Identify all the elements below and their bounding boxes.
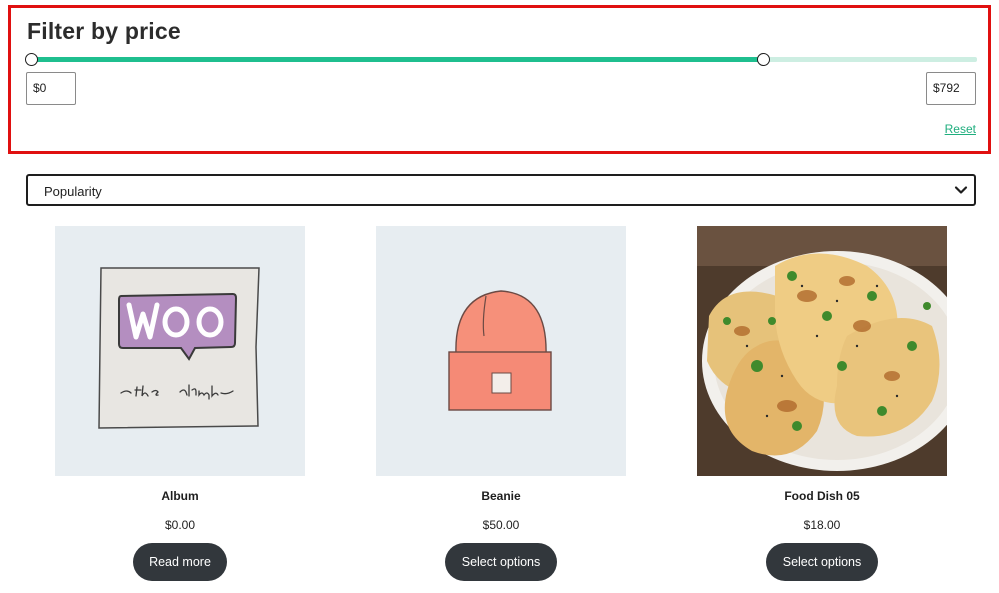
sort-selected-value: Popularity (44, 184, 102, 199)
naan-photo (697, 226, 947, 476)
select-options-button[interactable]: Select options (766, 543, 878, 581)
product-name[interactable]: Beanie (376, 489, 626, 503)
product-price: $18.00 (803, 518, 841, 532)
product-card: Album $0.00 Read more (55, 226, 305, 586)
beanie-illustration (448, 290, 552, 411)
price-filter-widget: Filter by price $0 $792 Reset (8, 5, 991, 154)
filter-title: Filter by price (27, 18, 181, 44)
product-price: $50.00 (482, 518, 520, 532)
chevron-down-icon (954, 186, 968, 194)
woo-album-illustration (98, 267, 260, 429)
price-slider-max-handle[interactable] (757, 53, 771, 66)
select-options-button[interactable]: Select options (445, 543, 557, 581)
reset-link[interactable]: Reset (945, 122, 976, 136)
read-more-button[interactable]: Read more (133, 543, 227, 581)
product-card: Beanie $50.00 Select options (376, 226, 626, 586)
product-name[interactable]: Food Dish 05 (697, 489, 947, 503)
product-name[interactable]: Album (55, 489, 305, 503)
sort-select[interactable]: Popularity (26, 174, 976, 206)
max-price-input[interactable]: $792 (926, 72, 976, 105)
price-slider-range (31, 57, 764, 62)
product-image[interactable] (697, 226, 947, 476)
product-card: Food Dish 05 $18.00 Select options (697, 226, 947, 586)
product-price: $0.00 (164, 518, 196, 532)
product-image[interactable] (55, 226, 305, 476)
product-image[interactable] (376, 226, 626, 476)
price-slider-track[interactable] (31, 57, 977, 62)
min-price-input[interactable]: $0 (26, 72, 76, 105)
price-slider-min-handle[interactable] (25, 53, 38, 66)
